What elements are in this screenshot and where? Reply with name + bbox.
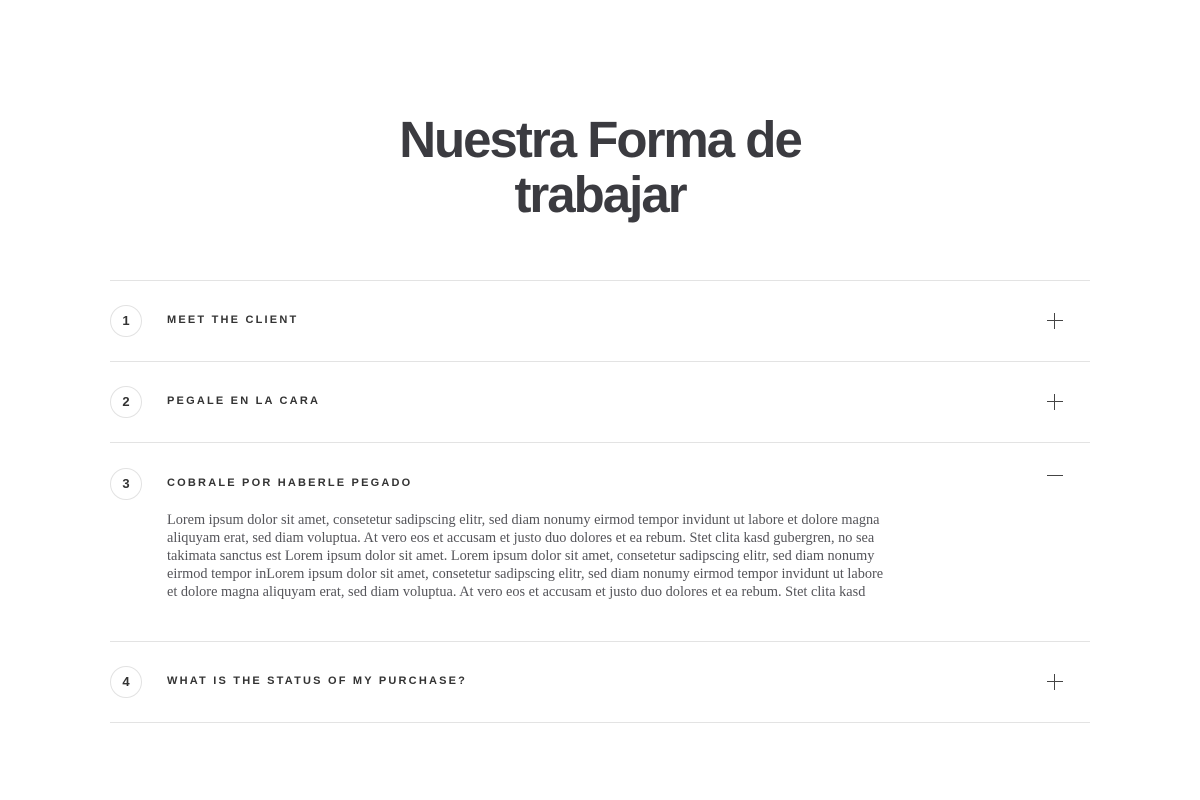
- step-number: 2: [110, 386, 142, 418]
- accordion-item-1: 1 MEET THE CLIENT: [110, 281, 1090, 362]
- plus-icon[interactable]: [1047, 674, 1063, 690]
- step-number: 4: [110, 666, 142, 698]
- accordion-header-1[interactable]: 1 MEET THE CLIENT: [110, 281, 1090, 361]
- body-text-line: aliquyam erat, sed diam voluptua. At ver…: [167, 530, 875, 546]
- plus-icon[interactable]: [1047, 313, 1063, 329]
- body-text-line: takimata sanctus est Lorem ipsum dolor s…: [167, 548, 875, 564]
- page-title: Nuestra Forma de trabajar: [0, 112, 1200, 222]
- process-accordion: 1 MEET THE CLIENT 2 PEGALE EN LA CARA 3 …: [110, 280, 1090, 723]
- step-label: PEGALE EN LA CARA: [167, 395, 321, 407]
- page-title-line: Nuestra Forma de: [399, 111, 803, 168]
- plus-icon[interactable]: [1047, 394, 1063, 410]
- accordion-header-3[interactable]: 3 COBRALE POR HABERLE PEGADO: [110, 443, 1090, 505]
- body-text-line: et dolore magna aliquyam erat, sed diam …: [167, 584, 866, 600]
- page-title-line: trabajar: [514, 166, 687, 223]
- minus-icon[interactable]: [1047, 468, 1063, 484]
- step-number: 1: [110, 305, 142, 337]
- body-text-line: Lorem ipsum dolor sit amet, consetetur s…: [167, 512, 880, 528]
- step-label: MEET THE CLIENT: [167, 314, 299, 326]
- accordion-body-3: Lorem ipsum dolor sit amet, consetetur s…: [110, 505, 1090, 641]
- step-number: 3: [110, 468, 142, 500]
- step-label: WHAT IS THE STATUS OF MY PURCHASE?: [167, 675, 468, 687]
- body-text-line: eirmod tempor inLorem ipsum dolor sit am…: [167, 566, 884, 582]
- accordion-item-4: 4 WHAT IS THE STATUS OF MY PURCHASE?: [110, 642, 1090, 723]
- accordion-item-3: 3 COBRALE POR HABERLE PEGADO Lorem ipsum…: [110, 443, 1090, 642]
- accordion-item-2: 2 PEGALE EN LA CARA: [110, 362, 1090, 443]
- accordion-header-4[interactable]: 4 WHAT IS THE STATUS OF MY PURCHASE?: [110, 642, 1090, 722]
- accordion-header-2[interactable]: 2 PEGALE EN LA CARA: [110, 362, 1090, 442]
- step-label: COBRALE POR HABERLE PEGADO: [167, 477, 413, 489]
